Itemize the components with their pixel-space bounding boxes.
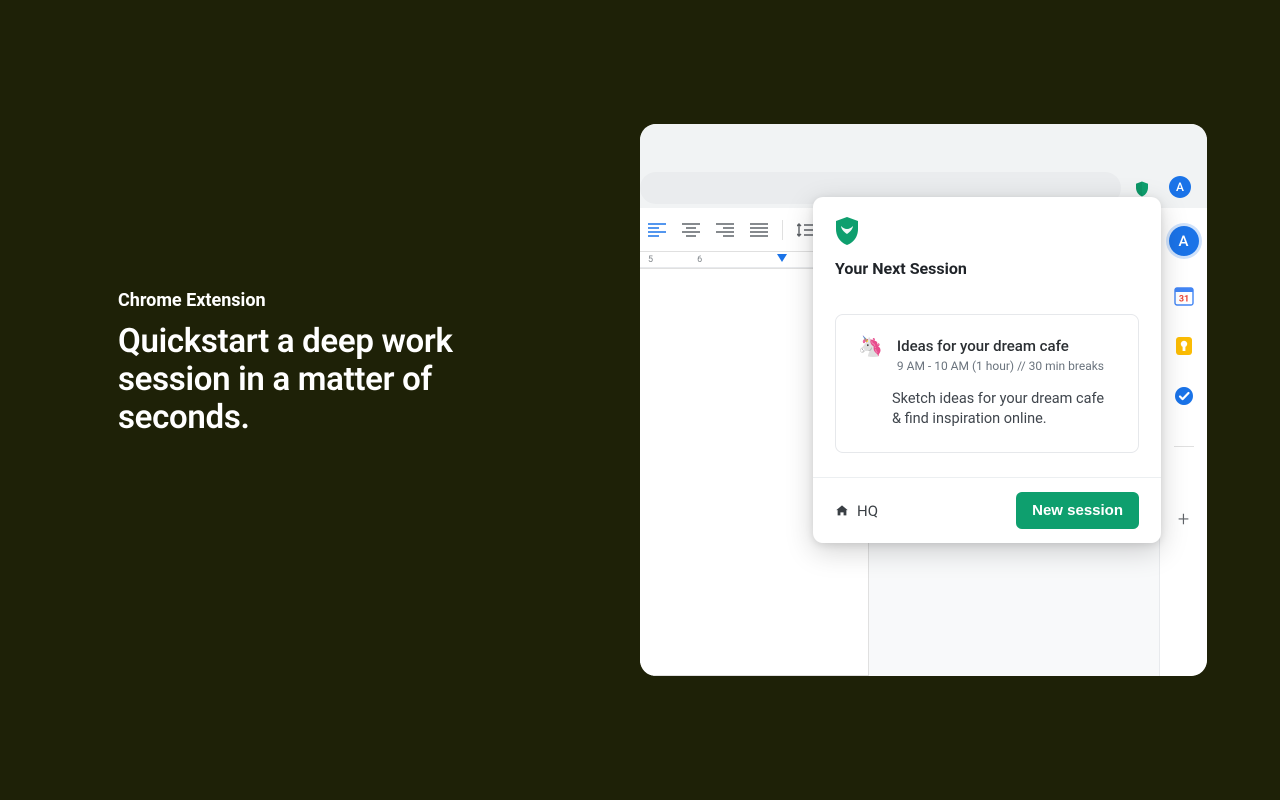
align-justify-icon[interactable] bbox=[748, 219, 770, 241]
session-time: 9 AM - 10 AM (1 hour) // 30 min breaks bbox=[897, 359, 1104, 373]
extension-popup: Your Next Session 🦄 Ideas for your dream… bbox=[813, 197, 1161, 543]
session-emoji-icon: 🦄 bbox=[858, 336, 883, 373]
sidepanel-add-icon[interactable]: + bbox=[1178, 507, 1189, 531]
popup-footer: HQ New session bbox=[813, 477, 1161, 543]
calendar-icon[interactable]: 31 bbox=[1174, 286, 1194, 306]
shield-logo-icon bbox=[835, 217, 859, 241]
session-title: Ideas for your dream cafe bbox=[897, 337, 1104, 355]
hq-link[interactable]: HQ bbox=[835, 502, 878, 520]
profile-avatar-large[interactable]: A bbox=[1169, 226, 1199, 256]
avatar-letter: A bbox=[1176, 180, 1184, 194]
align-center-icon[interactable] bbox=[680, 219, 702, 241]
svg-text:31: 31 bbox=[1178, 295, 1188, 305]
popup-header: Your Next Session bbox=[813, 197, 1161, 292]
docs-sidepanel: A 31 + bbox=[1159, 208, 1207, 676]
keep-icon[interactable] bbox=[1174, 336, 1194, 356]
align-right-icon[interactable] bbox=[714, 219, 736, 241]
extension-shield-icon[interactable] bbox=[1133, 180, 1151, 198]
home-icon bbox=[835, 504, 849, 518]
avatar-letter: A bbox=[1179, 232, 1189, 250]
browser-tabstrip bbox=[640, 124, 1207, 172]
ruler-tick-5: 5 bbox=[648, 255, 653, 265]
sidepanel-divider bbox=[1174, 446, 1194, 447]
app-screenshot: A 5 6 bbox=[640, 124, 1207, 676]
align-left-icon[interactable] bbox=[646, 219, 668, 241]
marketing-eyebrow: Chrome Extension bbox=[118, 290, 518, 311]
hq-label: HQ bbox=[857, 502, 878, 520]
profile-avatar-small[interactable]: A bbox=[1169, 176, 1191, 198]
ruler-tick-6: 6 bbox=[697, 255, 702, 265]
marketing-headline: Quickstart a deep work session in a matt… bbox=[118, 323, 518, 437]
session-description: Sketch ideas for your dream cafe & find … bbox=[892, 389, 1116, 428]
tasks-icon[interactable] bbox=[1174, 386, 1194, 406]
popup-title: Your Next Session bbox=[835, 259, 1139, 278]
session-card[interactable]: 🦄 Ideas for your dream cafe 9 AM - 10 AM… bbox=[835, 314, 1139, 453]
ruler-indent-marker-icon[interactable] bbox=[777, 254, 787, 262]
new-session-button[interactable]: New session bbox=[1016, 492, 1139, 529]
marketing-block: Chrome Extension Quickstart a deep work … bbox=[118, 290, 518, 437]
toolbar-separator bbox=[782, 220, 783, 240]
